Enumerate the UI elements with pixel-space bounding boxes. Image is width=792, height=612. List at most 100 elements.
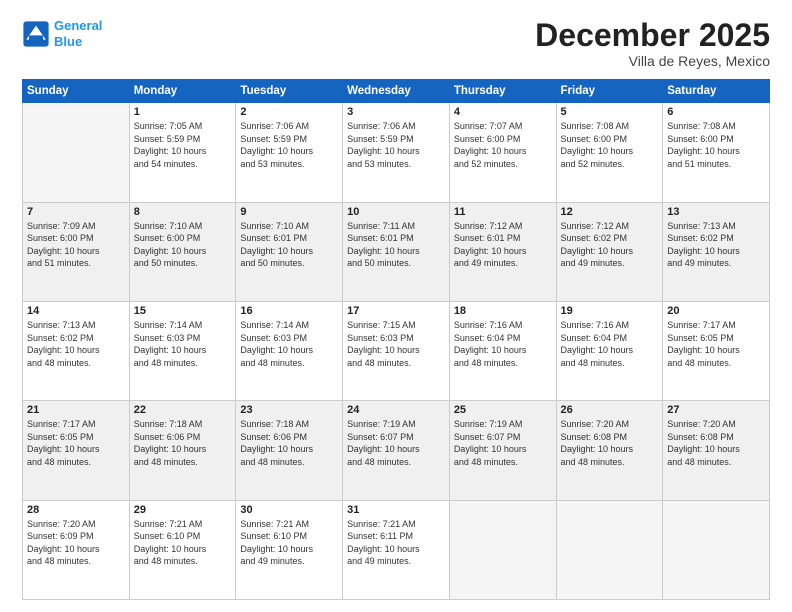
day-number: 21: [27, 404, 125, 416]
day-info: Sunrise: 7:10 AM Sunset: 6:01 PM Dayligh…: [240, 220, 338, 270]
calendar-cell: 3 Sunrise: 7:06 AM Sunset: 5:59 PM Daylig…: [343, 103, 450, 202]
logo-icon: [22, 20, 50, 48]
day-number: 29: [134, 504, 232, 516]
calendar-cell: 13Sunrise: 7:13 AM Sunset: 6:02 PM Dayli…: [663, 202, 770, 301]
calendar-cell: 28 Sunrise: 7:20 AM Sunset: 6:09 PM Dayli…: [23, 500, 130, 599]
day-info: Sunrise: 7:08 AM Sunset: 6:00 PM Dayligh…: [667, 120, 765, 170]
calendar-cell: 16Sunrise: 7:14 AM Sunset: 6:03 PM Dayli…: [236, 301, 343, 400]
calendar: SundayMondayTuesdayWednesdayThursdayFrid…: [22, 79, 770, 600]
day-number: 9: [240, 206, 338, 218]
day-info: Sunrise: 7:20 AM Sunset: 6:08 PM Dayligh…: [561, 418, 659, 468]
calendar-cell: 9 Sunrise: 7:10 AM Sunset: 6:01 PM Daylig…: [236, 202, 343, 301]
day-number: 30: [240, 504, 338, 516]
day-info: Sunrise: 7:05 AM Sunset: 5:59 PM Dayligh…: [134, 120, 232, 170]
week-row-2: 7 Sunrise: 7:09 AM Sunset: 6:00 PM Daylig…: [23, 202, 770, 301]
day-info: Sunrise: 7:09 AM Sunset: 6:00 PM Dayligh…: [27, 220, 125, 270]
day-header-saturday: Saturday: [663, 80, 770, 103]
day-number: 15: [134, 305, 232, 317]
day-info: Sunrise: 7:12 AM Sunset: 6:01 PM Dayligh…: [454, 220, 552, 270]
week-row-4: 21 Sunrise: 7:17 AM Sunset: 6:05 PM Dayli…: [23, 401, 770, 500]
calendar-cell: 24Sunrise: 7:19 AM Sunset: 6:07 PM Dayli…: [343, 401, 450, 500]
day-info: Sunrise: 7:06 AM Sunset: 5:59 PM Dayligh…: [240, 120, 338, 170]
calendar-cell: 29 Sunrise: 7:21 AM Sunset: 6:10 PM Dayli…: [129, 500, 236, 599]
day-number: 2: [240, 106, 338, 118]
day-info: Sunrise: 7:16 AM Sunset: 6:04 PM Dayligh…: [454, 319, 552, 369]
day-info: Sunrise: 7:10 AM Sunset: 6:00 PM Dayligh…: [134, 220, 232, 270]
day-header-wednesday: Wednesday: [343, 80, 450, 103]
calendar-cell: 25 Sunrise: 7:19 AM Sunset: 6:07 PM Dayli…: [449, 401, 556, 500]
day-info: Sunrise: 7:18 AM Sunset: 6:06 PM Dayligh…: [240, 418, 338, 468]
day-number: 3: [347, 106, 445, 118]
day-info: Sunrise: 7:21 AM Sunset: 6:10 PM Dayligh…: [240, 518, 338, 568]
day-info: Sunrise: 7:16 AM Sunset: 6:04 PM Dayligh…: [561, 319, 659, 369]
header: General Blue December 2025 Villa de Reye…: [22, 18, 770, 69]
day-info: Sunrise: 7:20 AM Sunset: 6:08 PM Dayligh…: [667, 418, 765, 468]
day-number: 19: [561, 305, 659, 317]
calendar-cell: 10 Sunrise: 7:11 AM Sunset: 6:01 PM Dayli…: [343, 202, 450, 301]
day-number: 12: [561, 206, 659, 218]
calendar-cell: 18 Sunrise: 7:16 AM Sunset: 6:04 PM Dayli…: [449, 301, 556, 400]
calendar-cell: 14Sunrise: 7:13 AM Sunset: 6:02 PM Dayli…: [23, 301, 130, 400]
calendar-cell: 21 Sunrise: 7:17 AM Sunset: 6:05 PM Dayli…: [23, 401, 130, 500]
day-info: Sunrise: 7:19 AM Sunset: 6:07 PM Dayligh…: [454, 418, 552, 468]
day-info: Sunrise: 7:13 AM Sunset: 6:02 PM Dayligh…: [27, 319, 125, 369]
day-number: 26: [561, 404, 659, 416]
page: General Blue December 2025 Villa de Reye…: [0, 0, 792, 612]
calendar-cell: 1 Sunrise: 7:05 AM Sunset: 5:59 PM Daylig…: [129, 103, 236, 202]
day-number: 5: [561, 106, 659, 118]
calendar-cell: 23 Sunrise: 7:18 AM Sunset: 6:06 PM Dayli…: [236, 401, 343, 500]
day-info: Sunrise: 7:11 AM Sunset: 6:01 PM Dayligh…: [347, 220, 445, 270]
day-header-sunday: Sunday: [23, 80, 130, 103]
day-info: Sunrise: 7:06 AM Sunset: 5:59 PM Dayligh…: [347, 120, 445, 170]
day-info: Sunrise: 7:07 AM Sunset: 6:00 PM Dayligh…: [454, 120, 552, 170]
day-info: Sunrise: 7:21 AM Sunset: 6:11 PM Dayligh…: [347, 518, 445, 568]
day-number: 17: [347, 305, 445, 317]
day-number: 13: [667, 206, 765, 218]
day-number: 27: [667, 404, 765, 416]
day-number: 23: [240, 404, 338, 416]
day-info: Sunrise: 7:08 AM Sunset: 6:00 PM Dayligh…: [561, 120, 659, 170]
logo-line1: General: [54, 18, 102, 33]
day-number: 31: [347, 504, 445, 516]
week-row-1: 1 Sunrise: 7:05 AM Sunset: 5:59 PM Daylig…: [23, 103, 770, 202]
calendar-header-row: SundayMondayTuesdayWednesdayThursdayFrid…: [23, 80, 770, 103]
day-header-thursday: Thursday: [449, 80, 556, 103]
day-info: Sunrise: 7:12 AM Sunset: 6:02 PM Dayligh…: [561, 220, 659, 270]
day-info: Sunrise: 7:19 AM Sunset: 6:07 PM Dayligh…: [347, 418, 445, 468]
day-number: 25: [454, 404, 552, 416]
week-row-3: 14Sunrise: 7:13 AM Sunset: 6:02 PM Dayli…: [23, 301, 770, 400]
day-number: 16: [240, 305, 338, 317]
calendar-cell: 20Sunrise: 7:17 AM Sunset: 6:05 PM Dayli…: [663, 301, 770, 400]
calendar-cell: 8Sunrise: 7:10 AM Sunset: 6:00 PM Daylig…: [129, 202, 236, 301]
day-header-tuesday: Tuesday: [236, 80, 343, 103]
logo-text: General Blue: [54, 18, 102, 49]
calendar-cell: 12 Sunrise: 7:12 AM Sunset: 6:02 PM Dayli…: [556, 202, 663, 301]
day-info: Sunrise: 7:20 AM Sunset: 6:09 PM Dayligh…: [27, 518, 125, 568]
day-number: 1: [134, 106, 232, 118]
day-number: 10: [347, 206, 445, 218]
day-number: 28: [27, 504, 125, 516]
logo: General Blue: [22, 18, 102, 49]
title-block: December 2025 Villa de Reyes, Mexico: [535, 18, 770, 69]
calendar-cell: [23, 103, 130, 202]
day-info: Sunrise: 7:21 AM Sunset: 6:10 PM Dayligh…: [134, 518, 232, 568]
day-info: Sunrise: 7:14 AM Sunset: 6:03 PM Dayligh…: [134, 319, 232, 369]
day-number: 22: [134, 404, 232, 416]
calendar-cell: [449, 500, 556, 599]
calendar-cell: 7 Sunrise: 7:09 AM Sunset: 6:00 PM Daylig…: [23, 202, 130, 301]
subtitle: Villa de Reyes, Mexico: [535, 53, 770, 69]
day-number: 20: [667, 305, 765, 317]
calendar-cell: 5 Sunrise: 7:08 AM Sunset: 6:00 PM Daylig…: [556, 103, 663, 202]
day-number: 18: [454, 305, 552, 317]
calendar-cell: 6Sunrise: 7:08 AM Sunset: 6:00 PM Daylig…: [663, 103, 770, 202]
calendar-cell: 22 Sunrise: 7:18 AM Sunset: 6:06 PM Dayli…: [129, 401, 236, 500]
calendar-cell: 27 Sunrise: 7:20 AM Sunset: 6:08 PM Dayli…: [663, 401, 770, 500]
day-info: Sunrise: 7:18 AM Sunset: 6:06 PM Dayligh…: [134, 418, 232, 468]
day-number: 7: [27, 206, 125, 218]
day-info: Sunrise: 7:17 AM Sunset: 6:05 PM Dayligh…: [27, 418, 125, 468]
calendar-cell: 4Sunrise: 7:07 AM Sunset: 6:00 PM Daylig…: [449, 103, 556, 202]
calendar-cell: 11Sunrise: 7:12 AM Sunset: 6:01 PM Dayli…: [449, 202, 556, 301]
day-header-monday: Monday: [129, 80, 236, 103]
month-title: December 2025: [535, 18, 770, 53]
calendar-cell: 17Sunrise: 7:15 AM Sunset: 6:03 PM Dayli…: [343, 301, 450, 400]
